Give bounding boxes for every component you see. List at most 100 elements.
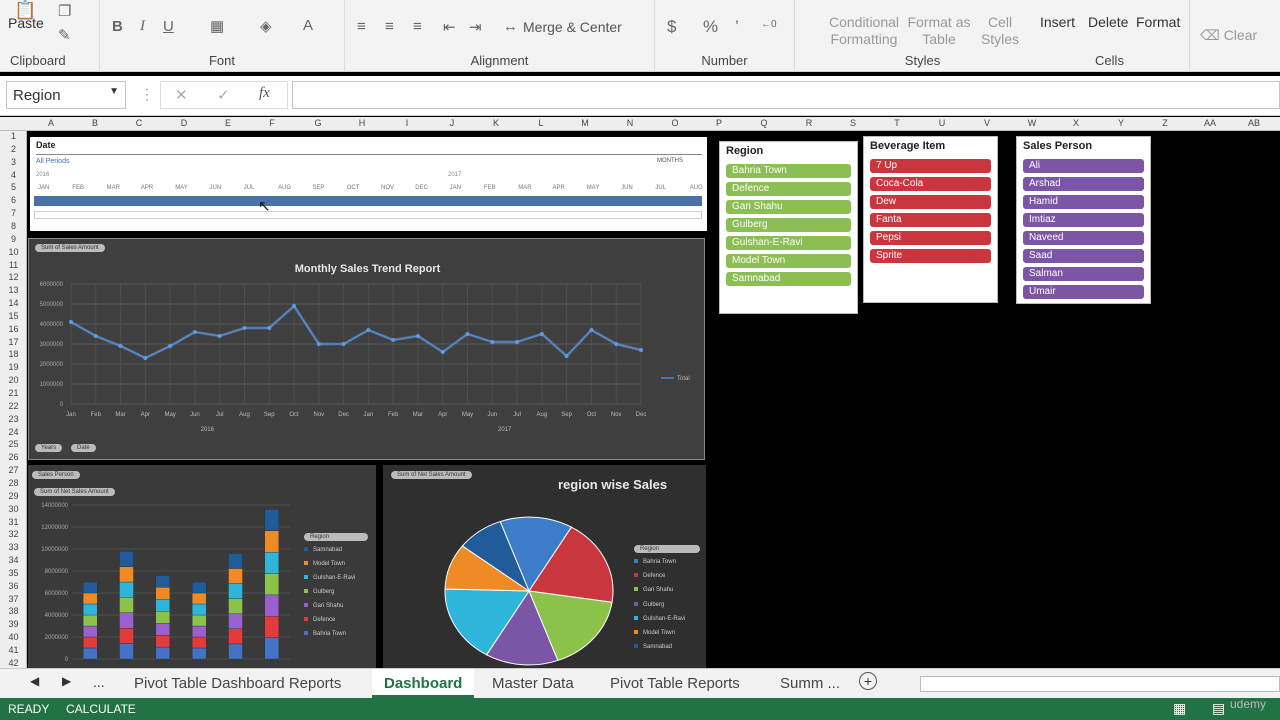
line-chart-filter-date[interactable]: Date (71, 444, 96, 452)
italic-button[interactable]: I (140, 18, 145, 35)
column-header[interactable]: Y (1109, 118, 1133, 128)
row-header[interactable]: 38 (0, 606, 27, 616)
slicer-item-region[interactable]: Gari Shahu (726, 200, 851, 214)
tab-pivot-dashboard-reports[interactable]: Pivot Table Dashboard Reports (122, 669, 353, 698)
increase-indent-icon[interactable]: ⇥ (469, 18, 482, 36)
column-header[interactable]: H (350, 118, 374, 128)
pie-legend-title[interactable]: Region (634, 545, 700, 553)
column-header[interactable]: AA (1198, 118, 1222, 128)
row-header[interactable]: 39 (0, 619, 27, 629)
slicer-item-region[interactable]: Gulshan-E-Ravi (726, 236, 851, 250)
clear-button[interactable]: ⌫ Clear (1200, 27, 1257, 44)
row-header[interactable]: 13 (0, 285, 27, 295)
horizontal-scrollbar[interactable] (920, 676, 1280, 692)
align-left-icon[interactable]: ≡ (357, 18, 366, 35)
fill-color-icon[interactable]: ◈ (260, 17, 272, 35)
column-header[interactable]: F (260, 118, 284, 128)
column-header[interactable]: G (306, 118, 330, 128)
row-header[interactable]: 30 (0, 504, 27, 514)
column-header[interactable]: O (663, 118, 687, 128)
column-header[interactable]: AB (1242, 118, 1266, 128)
timeline-bar[interactable] (34, 196, 702, 206)
enter-icon[interactable]: ✓ (217, 86, 230, 104)
row-header[interactable]: 5 (0, 182, 27, 192)
decrease-indent-icon[interactable]: ⇤ (443, 18, 456, 36)
format-painter-icon[interactable]: ✎ (58, 26, 71, 44)
row-header[interactable]: 23 (0, 414, 27, 424)
column-header[interactable]: T (885, 118, 909, 128)
slicer-item-beverage[interactable]: Coca-Cola (870, 177, 991, 191)
row-header[interactable]: 8 (0, 221, 27, 231)
timeline-scrollbar[interactable] (34, 211, 702, 219)
align-right-icon[interactable]: ≡ (413, 18, 422, 35)
date-timeline[interactable]: Date All Periods MONTHS 2016 2017 JAN FEB… (30, 137, 707, 231)
font-color-icon[interactable]: A (303, 17, 313, 34)
tab-summary[interactable]: Summ ... (768, 669, 852, 698)
column-header[interactable]: W (1020, 118, 1044, 128)
prev-sheet-icon[interactable]: ◀ (30, 674, 39, 688)
row-header[interactable]: 32 (0, 529, 27, 539)
row-header[interactable]: 14 (0, 298, 27, 308)
row-header[interactable]: 19 (0, 362, 27, 372)
row-header[interactable]: 3 (0, 157, 27, 167)
row-header[interactable]: 17 (0, 337, 27, 347)
percent-button[interactable]: % (703, 17, 718, 37)
slicer-item-beverage[interactable]: Dew (870, 195, 991, 209)
column-header[interactable]: L (529, 118, 553, 128)
row-header[interactable]: 42 (0, 658, 27, 668)
row-header[interactable]: 25 (0, 439, 27, 449)
column-header[interactable]: D (172, 118, 196, 128)
region-pie-chart[interactable]: Sum of Net Sales Amount region wise Sale… (383, 465, 706, 668)
row-header[interactable]: 34 (0, 555, 27, 565)
slicer-item-region[interactable]: Samnabad (726, 272, 851, 286)
row-header[interactable]: 7 (0, 208, 27, 218)
column-header[interactable]: Z (1153, 118, 1177, 128)
row-header[interactable]: 33 (0, 542, 27, 552)
column-header[interactable]: A (39, 118, 63, 128)
slicer-item-salesperson[interactable]: Ali (1023, 159, 1144, 173)
row-header[interactable]: 40 (0, 632, 27, 642)
row-header[interactable]: 20 (0, 375, 27, 385)
next-sheet-icon[interactable]: ▶ (62, 674, 71, 688)
comma-button[interactable]: ’ (735, 17, 739, 37)
slicer-item-salesperson[interactable]: Arshad (1023, 177, 1144, 191)
column-header[interactable]: E (216, 118, 240, 128)
column-header[interactable]: X (1064, 118, 1088, 128)
column-header[interactable]: B (83, 118, 107, 128)
timeline-unit[interactable]: MONTHS (657, 158, 683, 164)
line-chart-field-tag[interactable]: Sum of Sales Amount (35, 244, 105, 252)
row-header[interactable]: 4 (0, 170, 27, 180)
row-header[interactable]: 21 (0, 388, 27, 398)
formula-input[interactable] (292, 81, 1280, 109)
format-as-table-button[interactable]: Format as Table (907, 14, 971, 48)
row-header[interactable]: 24 (0, 427, 27, 437)
fx-button[interactable]: fx (259, 85, 270, 102)
row-header[interactable]: 28 (0, 478, 27, 488)
column-header[interactable]: C (127, 118, 151, 128)
page-layout-icon[interactable]: ▤ (1212, 700, 1225, 717)
row-header[interactable]: 15 (0, 311, 27, 321)
cell-styles-button[interactable]: Cell Styles (975, 14, 1025, 48)
slicer-item-beverage[interactable]: Sprite (870, 249, 991, 263)
slicer-item-beverage[interactable]: Fanta (870, 213, 991, 227)
slicer-item-salesperson[interactable]: Imtiaz (1023, 213, 1144, 227)
row-header[interactable]: 16 (0, 324, 27, 334)
status-calculate[interactable]: CALCULATE (66, 702, 136, 716)
column-header[interactable]: Q (752, 118, 776, 128)
format-button[interactable]: Format (1136, 14, 1180, 31)
column-header[interactable]: P (707, 118, 731, 128)
tab-master-data[interactable]: Master Data (480, 669, 586, 698)
merge-center-button[interactable]: Merge & Center (523, 19, 622, 36)
pie-chart-field-tag[interactable]: Sum of Net Sales Amount (391, 471, 472, 479)
row-header[interactable]: 18 (0, 349, 27, 359)
beverage-slicer[interactable]: Beverage Item 7 Up Coca-Cola Dew Fanta Pepsi… (863, 136, 998, 303)
row-header[interactable]: 36 (0, 581, 27, 591)
row-header[interactable]: 41 (0, 645, 27, 655)
underline-button[interactable]: U (163, 18, 174, 35)
column-header[interactable]: M (573, 118, 597, 128)
tab-dashboard[interactable]: Dashboard (372, 669, 475, 698)
decimal-icon[interactable]: ←0 (761, 19, 777, 30)
chevron-down-icon[interactable]: ▼ (109, 86, 119, 97)
row-header[interactable]: 29 (0, 491, 27, 501)
slicer-item-region[interactable]: Model Town (726, 254, 851, 268)
